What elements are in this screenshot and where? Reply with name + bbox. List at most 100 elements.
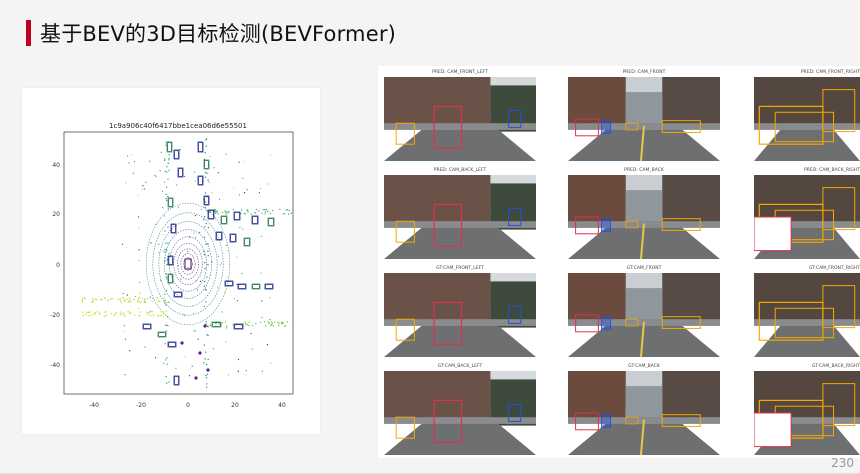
lidar-point bbox=[106, 299, 109, 301]
lidar-point bbox=[138, 301, 141, 303]
lidar-point bbox=[92, 300, 94, 302]
lidar-point bbox=[205, 321, 208, 323]
camera-view: PRED: CAM_FRONT_LEFT bbox=[384, 70, 536, 162]
bev-x-tick: 0 bbox=[186, 402, 190, 409]
lidar-point bbox=[115, 312, 118, 314]
lidar-point bbox=[127, 301, 129, 303]
lidar-point bbox=[133, 299, 135, 301]
bev-plot-panel: 1c9a906c40f6417bbe1cea06d6e55501 -40 -20… bbox=[22, 88, 320, 434]
lidar-point bbox=[167, 196, 169, 198]
lidar-point bbox=[101, 299, 103, 301]
lidar-point bbox=[209, 324, 211, 327]
pred-box bbox=[601, 414, 611, 428]
lidar-point bbox=[205, 243, 207, 245]
lidar-point bbox=[204, 267, 206, 270]
bev-y-tick: -40 bbox=[50, 362, 60, 369]
camera-label: PRED: CAM_FRONT bbox=[622, 70, 666, 75]
building bbox=[384, 175, 491, 228]
camera-view: GT:CAM_FRONT_LEFT bbox=[384, 266, 536, 358]
lidar-point bbox=[126, 294, 128, 296]
lidar-point bbox=[288, 209, 290, 212]
pred-box bbox=[601, 120, 611, 134]
lidar-point bbox=[191, 365, 193, 367]
lidar-point bbox=[264, 213, 266, 215]
lidar-point bbox=[225, 327, 227, 329]
camera-view: PRED: CAM_BACK bbox=[568, 168, 720, 260]
building bbox=[568, 273, 626, 324]
camera-label: GT:CAM_BACK_LEFT bbox=[437, 364, 483, 369]
lidar-point bbox=[203, 236, 206, 238]
lidar-point bbox=[151, 300, 153, 303]
lidar-point bbox=[194, 214, 196, 217]
lidar-point bbox=[204, 206, 206, 209]
lidar-point bbox=[268, 322, 271, 324]
lidar-point bbox=[217, 255, 220, 257]
camera-image bbox=[754, 273, 860, 357]
camera-image bbox=[384, 273, 536, 357]
lidar-point bbox=[267, 320, 269, 323]
lidar-point bbox=[166, 199, 168, 202]
lidar-point bbox=[138, 227, 140, 229]
lidar-point bbox=[281, 323, 283, 325]
lidar-point bbox=[134, 314, 136, 317]
lidar-point bbox=[204, 216, 206, 218]
lidar-point bbox=[187, 267, 189, 269]
lidar-point bbox=[152, 298, 154, 300]
camera-label: GT:CAM_FRONT_LEFT bbox=[436, 266, 484, 271]
lidar-point bbox=[167, 178, 169, 180]
lidar-point bbox=[160, 311, 163, 313]
lidar-point bbox=[205, 351, 207, 353]
lidar-point bbox=[92, 313, 94, 315]
lidar-point bbox=[124, 315, 126, 317]
lidar-point bbox=[255, 208, 258, 211]
camera-view-grid: PRED: CAM_FRONT_LEFT PRED: CAM_FRONT PRE… bbox=[378, 66, 860, 458]
lidar-point bbox=[199, 231, 201, 233]
lidar-point bbox=[243, 192, 246, 194]
camera-image bbox=[754, 77, 860, 161]
lidar-point bbox=[163, 159, 166, 162]
lidar-point bbox=[162, 234, 164, 236]
building bbox=[662, 77, 720, 128]
lidar-point bbox=[203, 362, 205, 364]
object-marker bbox=[180, 341, 184, 345]
lidar-point bbox=[200, 208, 202, 210]
lidar-point bbox=[211, 191, 213, 193]
lidar-point bbox=[156, 297, 158, 299]
building bbox=[384, 77, 491, 130]
lidar-point bbox=[92, 301, 94, 303]
lidar-point bbox=[205, 289, 207, 291]
lidar-point bbox=[205, 363, 208, 366]
lidar-point bbox=[163, 301, 165, 303]
sidewalk bbox=[384, 417, 536, 424]
lidar-point bbox=[138, 260, 140, 262]
lidar-point bbox=[193, 312, 195, 314]
lidar-point bbox=[217, 286, 219, 289]
lidar-point bbox=[197, 338, 199, 340]
lidar-point bbox=[119, 299, 122, 302]
lidar-point bbox=[154, 357, 157, 359]
sidewalk bbox=[384, 319, 536, 326]
lidar-point bbox=[265, 209, 268, 211]
lidar-point bbox=[168, 154, 170, 156]
object-marker bbox=[203, 324, 207, 328]
lidar-point bbox=[237, 371, 239, 373]
lidar-point bbox=[81, 299, 83, 301]
lidar-point bbox=[138, 314, 140, 317]
lidar-point bbox=[137, 307, 140, 310]
lidar-point bbox=[207, 226, 210, 229]
lidar-point bbox=[104, 297, 106, 299]
lidar-point bbox=[218, 198, 221, 200]
lidar-point bbox=[129, 297, 131, 299]
building bbox=[754, 77, 860, 126]
bev-x-tick: -20 bbox=[136, 402, 146, 409]
lidar-point bbox=[204, 358, 206, 360]
lidar-point bbox=[206, 334, 208, 336]
lidar-point bbox=[164, 170, 166, 173]
object-marker bbox=[194, 376, 198, 380]
bev-x-axis: -40 -20 0 20 40 bbox=[89, 402, 286, 409]
lidar-point bbox=[206, 210, 208, 212]
lidar-point bbox=[215, 211, 217, 213]
lidar-point bbox=[233, 187, 235, 189]
lidar-point bbox=[125, 182, 127, 184]
camera-view: PRED: CAM_FRONT_RIGHT bbox=[754, 70, 860, 162]
